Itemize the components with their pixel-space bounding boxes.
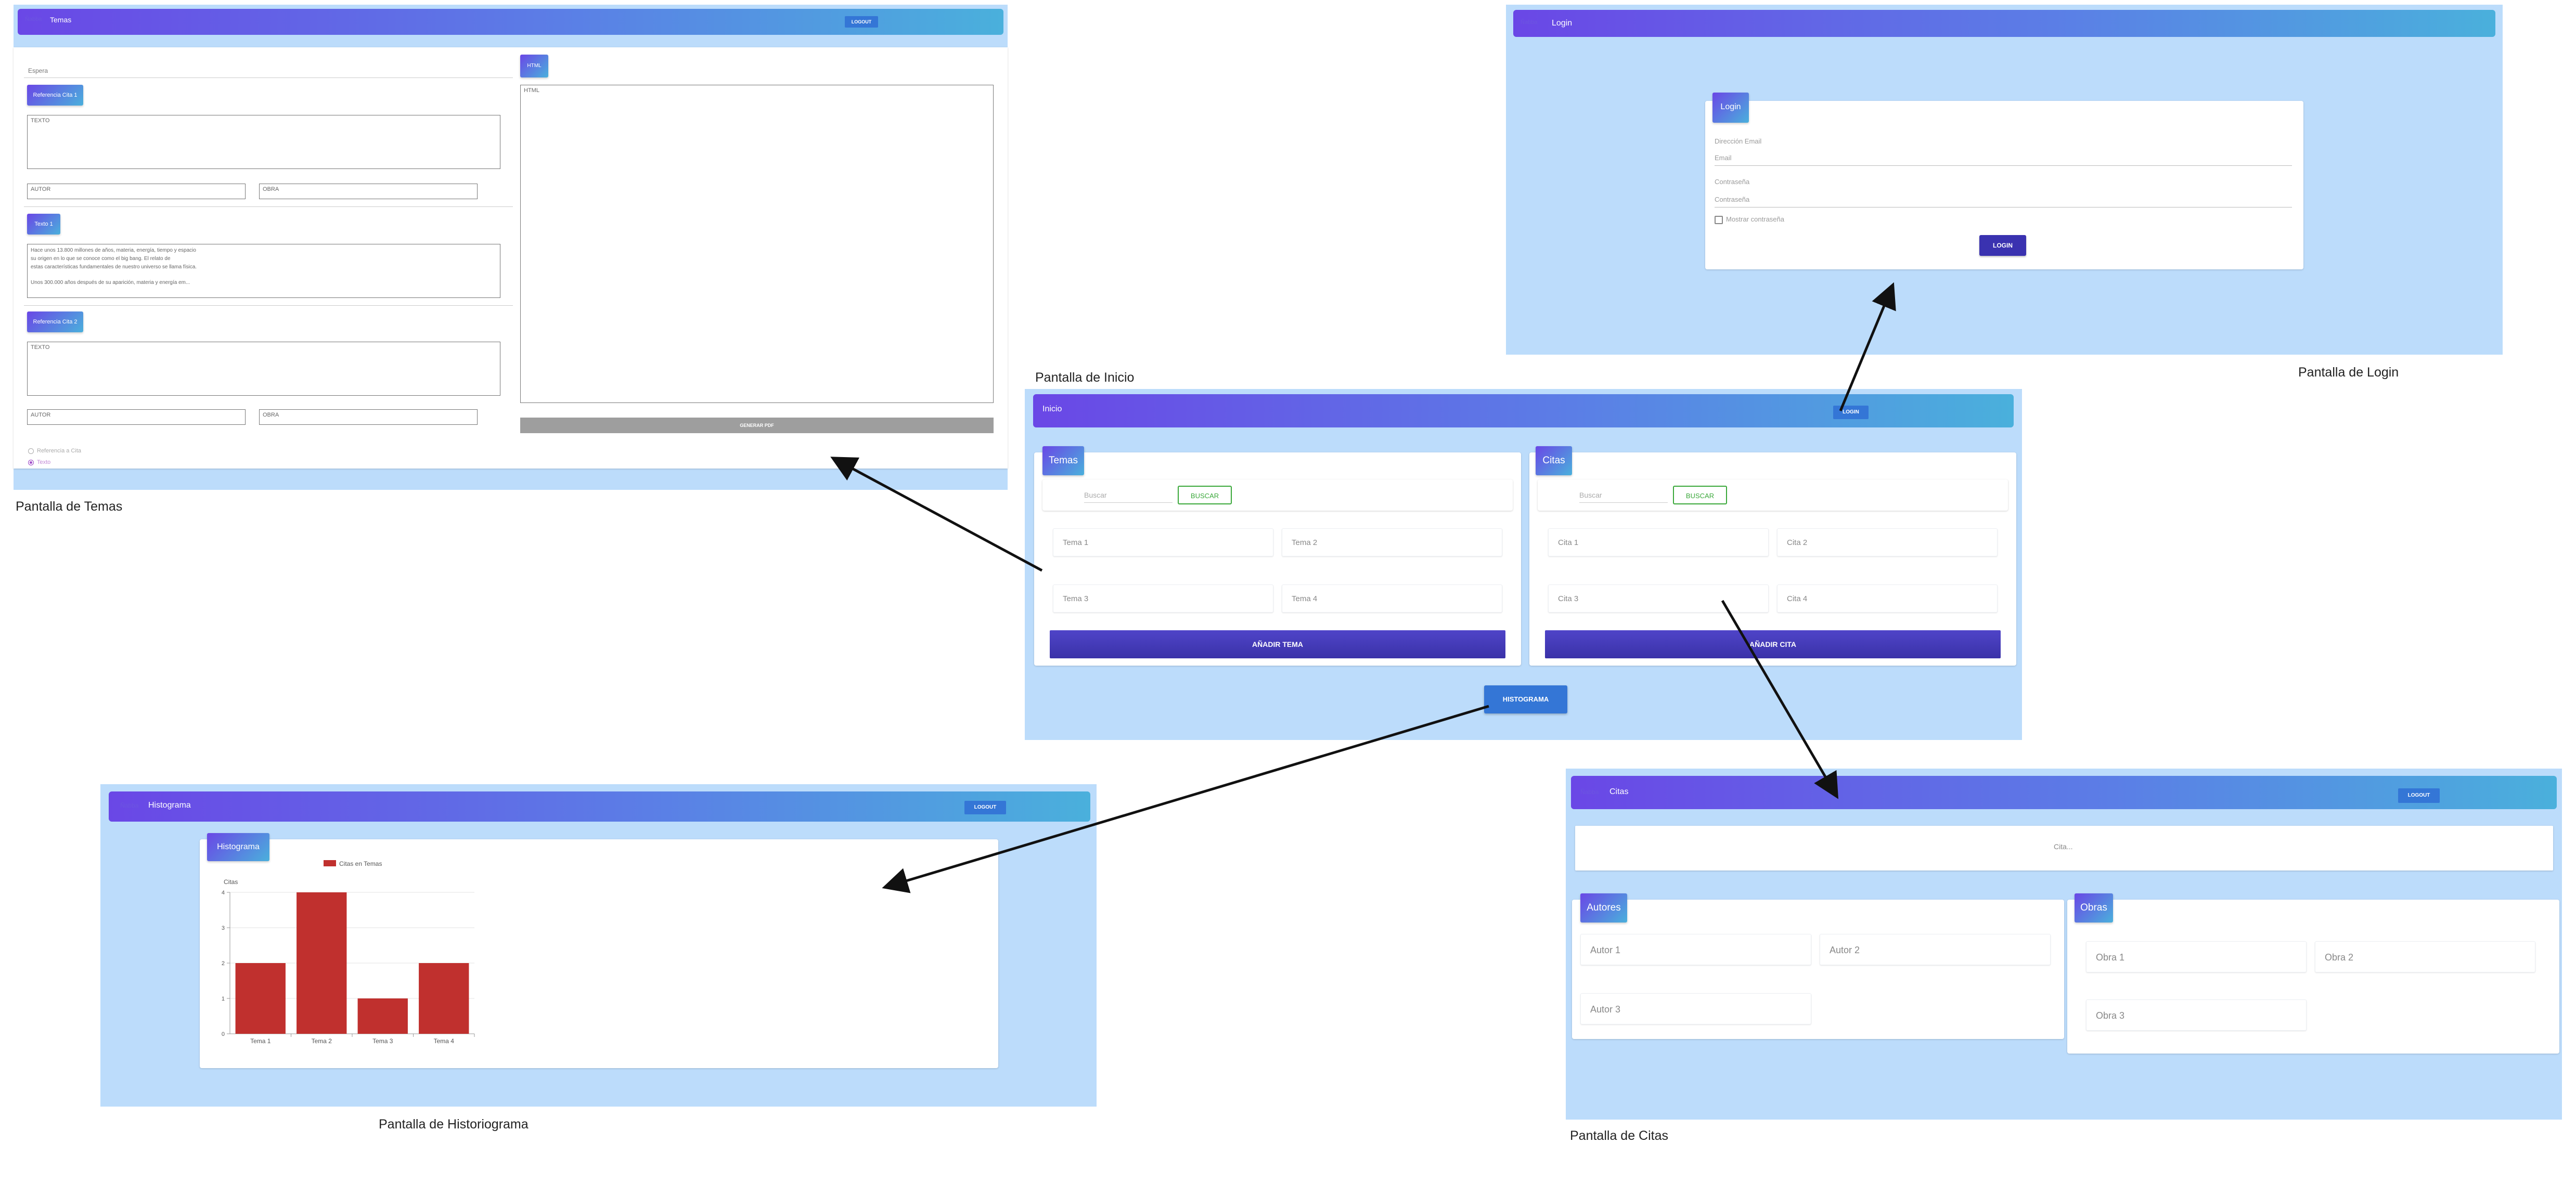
navigation-arrows (830, 282, 1896, 893)
arrow-inicio-to-histograma (882, 705, 1489, 893)
arrow-inicio-to-citas (1721, 600, 1839, 799)
arrow-inicio-to-login (1839, 282, 1896, 411)
arrow-inicio-to-temas (830, 457, 1043, 572)
